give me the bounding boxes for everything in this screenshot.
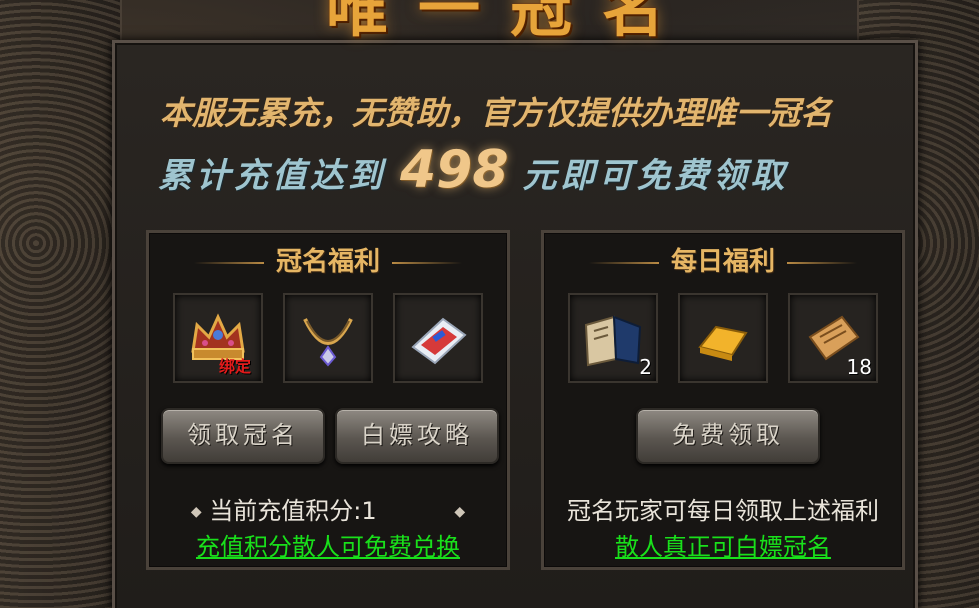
recharge-prefix: 累计充值达到 xyxy=(158,156,386,196)
event-window: 唯一冠名 本服无累充，无赞助，官方仅提供办理唯一冠名 累计充值达到 498 元即可免… xyxy=(0,0,979,608)
diamond-icon: ◆ xyxy=(190,504,202,520)
diamond-icon: ◆ xyxy=(454,504,466,520)
free-claim-button[interactable]: 免费领取 xyxy=(636,408,820,464)
notice-line: 本服无累充，无赞助，官方仅提供办理唯一冠名 xyxy=(160,94,833,132)
recharge-suffix: 元即可免费领取 xyxy=(522,156,789,196)
reward-slot-necklace[interactable] xyxy=(283,293,373,383)
daily-benefits-panel: 每日福利 2 18 免费领取 冠名玩家可每日领取上述福利 散人真正可白嫖冠名 xyxy=(541,230,905,570)
recharge-amount: 498 xyxy=(400,140,509,200)
claim-title-button[interactable]: 领取冠名 xyxy=(161,408,325,464)
current-points: ◆ 当前充值积分:1 ◆ xyxy=(149,491,507,526)
reward-slot-skill-book[interactable]: 2 xyxy=(568,293,658,383)
page-title: 唯一冠名 xyxy=(325,0,694,45)
free-guide-button[interactable]: 白嫖攻略 xyxy=(335,408,499,464)
panel-title: 冠名福利 xyxy=(149,241,507,278)
necklace-icon xyxy=(303,318,353,367)
dragon-left-decoration xyxy=(0,0,122,608)
item-quantity: 18 xyxy=(846,355,872,379)
gold-bar-icon xyxy=(698,325,748,361)
reward-slot-crown[interactable]: 绑定 xyxy=(173,293,263,383)
daily-info: 冠名玩家可每日领取上述福利 xyxy=(567,497,879,525)
exchange-link[interactable]: 充值积分散人可免费兑换 xyxy=(149,527,507,562)
reward-slots: 绑定 xyxy=(149,293,507,383)
reward-slots: 2 18 xyxy=(544,293,902,383)
current-points-text: 当前充值积分:1 xyxy=(209,497,377,525)
item-quantity: 2 xyxy=(639,355,652,379)
skill-book-icon xyxy=(584,315,642,367)
bound-badge: 绑定 xyxy=(219,357,252,376)
reward-slot-scroll[interactable]: 18 xyxy=(788,293,878,383)
ticket-book-icon xyxy=(411,317,467,365)
reward-slot-tickets[interactable] xyxy=(393,293,483,383)
reward-slot-gold-bar[interactable] xyxy=(678,293,768,383)
title-benefits-panel: 冠名福利 绑定 领取冠名 白嫖攻略 ◆ 当前充值积分:1 ◆ 充值积分散人可免费… xyxy=(146,230,510,570)
panel-title: 每日福利 xyxy=(544,241,902,278)
recharge-requirement: 累计充值达到 498 元即可免费领取 xyxy=(158,140,918,200)
free-title-link[interactable]: 散人真正可白嫖冠名 xyxy=(544,527,902,562)
